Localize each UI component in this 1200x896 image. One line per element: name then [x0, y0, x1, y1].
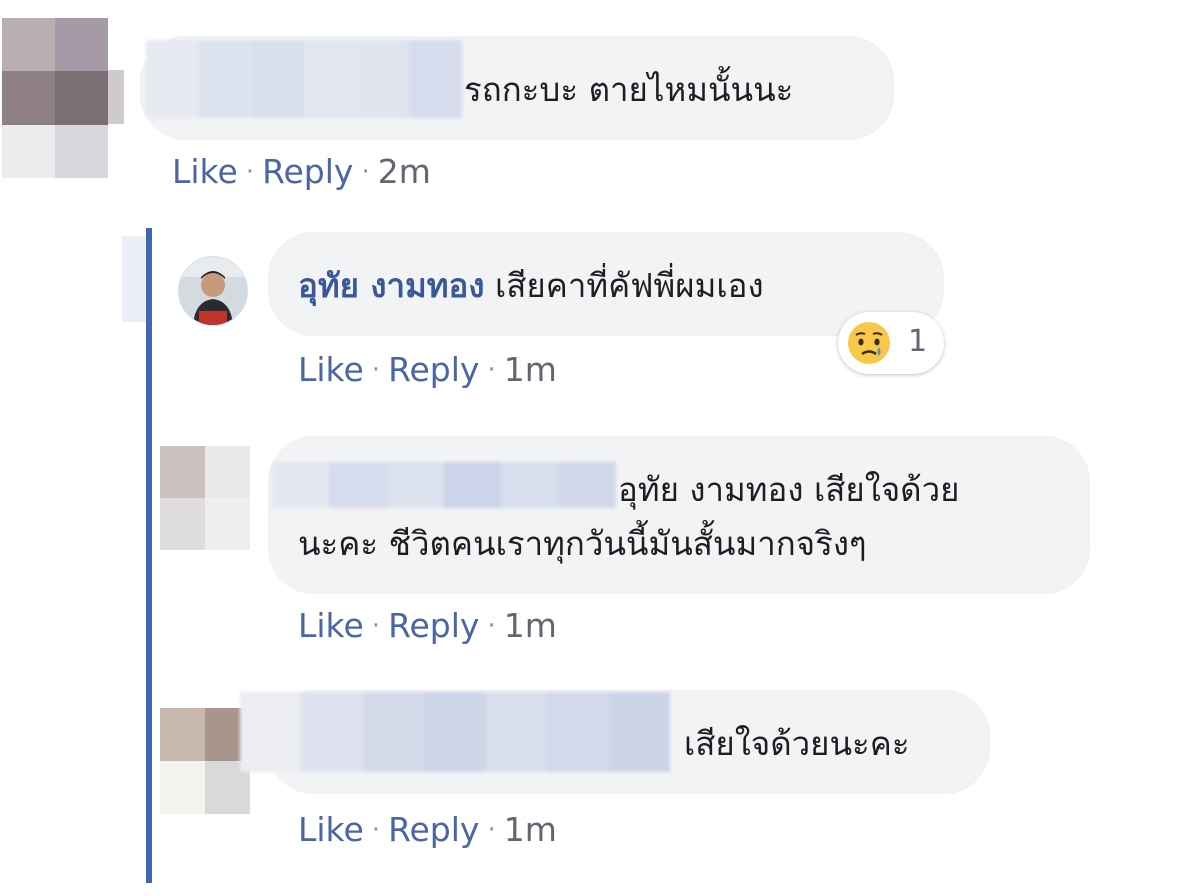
- reply-actions: Like · Reply · 1m: [298, 350, 557, 390]
- commenter-name-blurred[interactable]: [146, 40, 463, 118]
- reply-button[interactable]: Reply: [388, 606, 479, 646]
- separator: ·: [487, 611, 496, 641]
- profile-photo-icon: [179, 257, 247, 325]
- separator: ·: [487, 355, 496, 385]
- reply-button[interactable]: Reply: [262, 152, 353, 192]
- reaction-summary[interactable]: 1: [838, 312, 944, 374]
- comment-actions: Like · Reply · 2m: [172, 152, 431, 192]
- like-button[interactable]: Like: [298, 810, 364, 850]
- reply-message: เสียใจด้วยนะคะ: [684, 724, 910, 763]
- reply-actions: Like · Reply · 1m: [298, 606, 557, 646]
- like-button[interactable]: Like: [298, 350, 364, 390]
- separator: ·: [371, 355, 381, 385]
- reply-author-avatar[interactable]: [178, 256, 248, 326]
- comment-text: รถกะบะ ตายไหมนั้นนะ: [464, 70, 794, 109]
- replier-name-blurred[interactable]: [240, 692, 670, 772]
- reply-button[interactable]: Reply: [388, 350, 479, 390]
- reply-thread-line: [146, 228, 152, 883]
- replier-name-blurred[interactable]: [272, 462, 616, 508]
- like-button[interactable]: Like: [298, 606, 364, 646]
- commenter-avatar-blurred[interactable]: [2, 18, 108, 178]
- like-button[interactable]: Like: [172, 152, 238, 192]
- separator: ·: [487, 815, 496, 845]
- timestamp[interactable]: 1m: [504, 810, 557, 850]
- reply-actions: Like · Reply · 1m: [298, 810, 557, 850]
- separator: ·: [371, 611, 381, 641]
- reply-message-line2: นะคะ ชีวิตคนเราทุกวันนี้มันสั้นมากจริงๆ: [298, 524, 867, 563]
- sad-face-icon: [848, 322, 890, 364]
- reply-text: อุทัย งามทอง เสียคาที่คัฟพี่ผมเอง: [298, 260, 764, 312]
- reply-author-name[interactable]: อุทัย งามทอง: [298, 266, 484, 305]
- separator: ·: [371, 815, 381, 845]
- reply-avatar-blurred[interactable]: [160, 708, 250, 814]
- reaction-count: 1: [908, 324, 928, 359]
- thread-highlight: [122, 236, 146, 322]
- timestamp[interactable]: 2m: [378, 152, 431, 192]
- separator: ·: [245, 157, 255, 187]
- reply-button[interactable]: Reply: [388, 810, 479, 850]
- reply-message-line1: อุทัย งามทอง เสียใจด้วย: [618, 470, 960, 509]
- timestamp[interactable]: 1m: [504, 350, 557, 390]
- separator: ·: [361, 157, 370, 187]
- timestamp[interactable]: 1m: [504, 606, 557, 646]
- reply-avatar-blurred[interactable]: [160, 446, 250, 550]
- reply-message: เสียคาที่คัฟพี่ผมเอง: [494, 266, 764, 305]
